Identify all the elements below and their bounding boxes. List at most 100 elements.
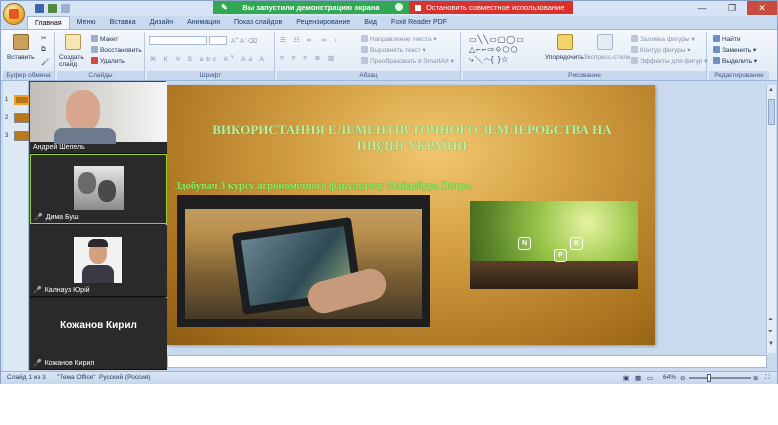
next-slide-icon[interactable]: ⏷ (768, 329, 773, 336)
delete-slide-button[interactable]: Удалить (91, 57, 125, 65)
new-slide-button[interactable]: Создать слайд (59, 54, 89, 68)
smartart-button[interactable]: Преобразовать в SmartArt ▾ (361, 57, 454, 65)
zoom-in-icon[interactable]: ⊕ (753, 374, 758, 382)
quick-styles-button[interactable]: Экспресс-стили (583, 54, 631, 61)
ribbon-tab[interactable]: Вид (357, 16, 384, 29)
replace-icon (713, 46, 720, 53)
slide-thumbnail[interactable] (14, 113, 30, 123)
ribbon-tab[interactable]: Показ слайдов (227, 16, 289, 29)
tractor-tablet-image[interactable] (177, 195, 430, 327)
scroll-down-icon[interactable]: ▼ (768, 341, 774, 347)
slides-pane[interactable]: 1 2 3 (3, 81, 30, 371)
zoom-slider[interactable] (689, 377, 751, 379)
scroll-up-icon[interactable]: ▲ (768, 87, 774, 93)
view-buttons[interactable]: ▣ ▦ ▭ (623, 374, 655, 382)
stop-sharing-button[interactable]: Остановить совместное использование (409, 1, 573, 14)
plants-soil-image[interactable]: N P K (470, 201, 638, 289)
close-button[interactable]: ✕ (747, 1, 777, 15)
zoom-level[interactable]: 64% (663, 374, 676, 381)
shapes-gallery[interactable]: ▭╲╲▭▢◯▭ △⌐⌐⇨⟐⬡⬠ ⤷╲⌒{ }☆ (469, 35, 553, 65)
participant-tile[interactable]: 🎤 Калнауз Юрій (30, 225, 167, 297)
ribbon-tab[interactable]: Foxit Reader PDF (384, 16, 454, 29)
scroll-thumb[interactable] (768, 99, 775, 125)
reset-icon (91, 46, 98, 53)
prev-slide-icon[interactable]: ⏶ (768, 317, 773, 324)
vertical-scrollbar[interactable]: ▲ ⏶ ⏷ ▼ (766, 85, 776, 353)
format-painter-icon[interactable]: 🖌 (41, 58, 49, 66)
redo-icon[interactable] (61, 4, 70, 13)
copy-icon[interactable]: ⧉ (41, 46, 46, 54)
nutrient-badge: N (518, 237, 531, 250)
arrange-button[interactable]: Упорядочить (545, 54, 584, 61)
paste-icon[interactable] (13, 34, 29, 50)
layout-label: Макет (100, 36, 119, 43)
shape-fill-label: Заливка фигуры (640, 36, 690, 43)
maximize-button[interactable]: ❐ (717, 1, 747, 15)
minimize-button[interactable]: — (687, 1, 717, 15)
save-icon[interactable] (35, 4, 44, 13)
smartart-icon (361, 57, 368, 64)
layout-button[interactable]: Макет (91, 35, 118, 43)
share-status: ✎ Вы запустили демонстрацию экрана (213, 1, 409, 14)
shape-effects-label: Эффекты для фигур (640, 58, 703, 65)
ribbon-tab[interactable]: Рецензирование (289, 16, 357, 29)
shape-effects-button[interactable]: Эффекты для фигур ▾ (631, 57, 708, 65)
pin-icon[interactable]: ✎ (221, 3, 228, 12)
face-image (66, 90, 100, 132)
shape-outline-button[interactable]: Контур фигуры ▾ (631, 46, 691, 54)
participant-tile[interactable]: Кожанов Кирил 🎤 Кожанов Кирил (30, 298, 167, 370)
slide-thumbnail[interactable] (14, 95, 30, 105)
tractor-cab-frame (177, 195, 430, 327)
shape-outline-icon (631, 46, 638, 53)
undo-icon[interactable] (48, 4, 57, 13)
ribbon-tab[interactable]: Дизайн (143, 16, 181, 29)
select-button[interactable]: Выделить ▾ (713, 57, 757, 65)
font-name-select[interactable] (149, 36, 207, 45)
new-slide-icon[interactable] (65, 34, 81, 50)
fit-to-window-icon[interactable]: ⛶ (765, 374, 770, 382)
group-paragraph: ☰ ☷ ⇤ ⇥ ↕ ≡ ≡ ≡ ≣ ▥ Направление текста ▾… (277, 32, 461, 80)
shirt-image (54, 128, 116, 144)
font-grow-shrink[interactable]: A+ A- ⌫ (231, 36, 257, 45)
text-direction-icon (361, 35, 368, 42)
slide-subtitle[interactable]: Здобувач 3 курсу агрономічного факультет… (175, 181, 655, 192)
participant-name-row: 🎤 Калнауз Юрій (33, 286, 90, 294)
paste-button[interactable]: Вставить (7, 54, 35, 61)
zoom-slider-handle[interactable] (707, 374, 711, 382)
soil-image (470, 261, 638, 289)
participant-tile[interactable]: Андрей Шепель (30, 82, 167, 154)
text-direction-button[interactable]: Направление текста ▾ (361, 35, 437, 43)
align-buttons[interactable]: ≡ ≡ ≡ ≣ ▥ (280, 54, 337, 62)
share-indicator-icon (395, 3, 403, 11)
font-size-select[interactable] (209, 36, 227, 45)
slide-canvas[interactable]: ВИКОРИСТАННЯ ЕЛЕМЕНТІВ ТОЧНОГО ЗЕМЛЕРОБС… (167, 85, 655, 345)
font-format-buttons[interactable]: Ж К Ч S abc Av Aa A (150, 54, 267, 63)
share-status-text: Вы запустили демонстрацию экрана (242, 3, 380, 12)
slide-title[interactable]: ВИКОРИСТАННЯ ЕЛЕМЕНТІВ ТОЧНОГО ЗЕМЛЕРОБС… (207, 122, 617, 154)
reset-button[interactable]: Восстановить (91, 46, 142, 54)
shape-effects-icon (631, 57, 638, 64)
ribbon-tab[interactable]: Главная (27, 16, 70, 29)
zoom-out-icon[interactable]: ⊖ (680, 374, 685, 382)
delete-label: Удалить (100, 58, 125, 65)
cut-icon[interactable]: ✂ (41, 34, 46, 42)
language-indicator[interactable]: Русский (Россия) (99, 374, 151, 381)
quick-styles-icon[interactable] (597, 34, 613, 50)
align-text-button[interactable]: Выровнять текст ▾ (361, 46, 426, 54)
participant-name-row: 🎤 Дима Буш (34, 213, 79, 221)
ribbon-tab[interactable]: Анимация (180, 16, 227, 29)
shape-fill-button[interactable]: Заливка фигуры ▾ (631, 35, 695, 43)
notes-pane[interactable] (167, 355, 767, 368)
replace-button[interactable]: Заменить ▾ (713, 46, 756, 54)
list-buttons[interactable]: ☰ ☷ ⇤ ⇥ ↕ (280, 36, 340, 44)
mic-off-icon: 🎤 (34, 214, 43, 221)
group-label-font: Шрифт (147, 71, 274, 80)
office-button[interactable] (3, 3, 25, 25)
ribbon-tab[interactable]: Меню (70, 16, 103, 29)
ribbon-tab[interactable]: Вставка (103, 16, 143, 29)
arrange-icon[interactable] (557, 34, 573, 50)
find-button[interactable]: Найти (713, 35, 741, 43)
participant-tile[interactable]: 🎤 Дима Буш (30, 154, 167, 224)
slide-thumbnail[interactable] (14, 131, 30, 141)
align-text-label: Выровнять текст (370, 47, 421, 54)
